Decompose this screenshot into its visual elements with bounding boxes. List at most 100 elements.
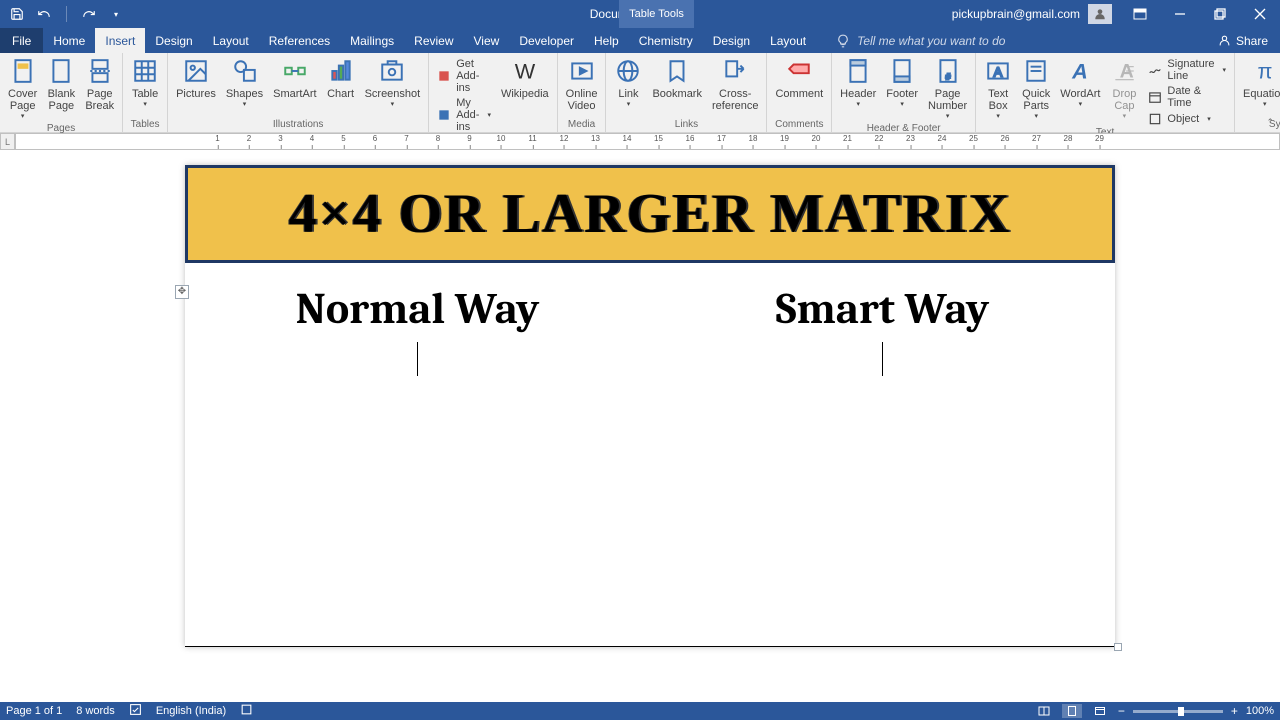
tab-table-design[interactable]: Design: [703, 28, 760, 53]
ribbon-insert: CoverPage▾ BlankPage PageBreak Pages Tab…: [0, 53, 1280, 133]
tab-developer[interactable]: Developer: [509, 28, 584, 53]
title-banner[interactable]: 4×4 OR LARGER MATRIX: [185, 165, 1115, 263]
cross-reference-button[interactable]: Cross-reference: [708, 55, 762, 114]
online-video-button[interactable]: OnlineVideo: [562, 55, 602, 114]
column-normal[interactable]: Normal Way: [185, 263, 650, 386]
status-page[interactable]: Page 1 of 1: [6, 705, 62, 717]
link-button[interactable]: Link▾: [610, 55, 646, 111]
zoom-thumb[interactable]: [1178, 707, 1184, 716]
quick-parts-button[interactable]: QuickParts▾: [1018, 55, 1054, 123]
collapse-ribbon-button[interactable]: ⌃: [1266, 117, 1274, 128]
page-break-button[interactable]: PageBreak: [81, 55, 118, 114]
my-addins-button[interactable]: My Add-ins▾: [433, 96, 495, 134]
tab-mailings[interactable]: Mailings: [340, 28, 404, 53]
blank-page-button[interactable]: BlankPage: [43, 55, 79, 114]
text-box-button[interactable]: ATextBox▾: [980, 55, 1016, 123]
ruler-tick: 11: [528, 134, 536, 149]
table-button[interactable]: Table▾: [127, 55, 163, 111]
maximize-button[interactable]: [1200, 0, 1240, 28]
column-smart[interactable]: Smart Way: [650, 263, 1115, 386]
svg-text:A: A: [994, 64, 1003, 79]
close-button[interactable]: [1240, 0, 1280, 28]
ruler-tick: 27: [1032, 134, 1041, 149]
cover-page-button[interactable]: CoverPage▾: [4, 55, 41, 123]
share-button[interactable]: Share: [1218, 28, 1268, 53]
tab-help[interactable]: Help: [584, 28, 629, 53]
status-bar: Page 1 of 1 8 words English (India) − + …: [0, 702, 1280, 720]
ruler-tick: 7: [404, 134, 408, 149]
ribbon-display-options[interactable]: [1120, 0, 1160, 28]
group-links-label: Links: [606, 119, 766, 132]
header-button[interactable]: Header▾: [836, 55, 880, 111]
tab-view[interactable]: View: [464, 28, 510, 53]
tab-home[interactable]: Home: [43, 28, 95, 53]
tab-file[interactable]: File: [0, 28, 43, 53]
wordart-button[interactable]: AWordArt▾: [1056, 55, 1104, 111]
redo-button[interactable]: [82, 7, 96, 21]
signature-line-button[interactable]: Signature Line▾: [1144, 57, 1230, 83]
screenshot-button[interactable]: Screenshot▾: [361, 55, 425, 111]
ruler-corner[interactable]: L: [0, 133, 15, 150]
tab-insert[interactable]: Insert: [95, 28, 145, 53]
content-table-row: Normal Way Smart Way: [185, 263, 1115, 386]
smartart-button[interactable]: SmartArt: [269, 55, 320, 102]
chart-button[interactable]: Chart: [323, 55, 359, 102]
save-button[interactable]: [10, 7, 24, 21]
ruler-tick: 10: [497, 134, 506, 149]
tab-references[interactable]: References: [259, 28, 340, 53]
date-time-button[interactable]: Date & Time: [1144, 84, 1230, 110]
table-resize-handle[interactable]: [1114, 643, 1122, 651]
view-print-layout[interactable]: [1062, 704, 1082, 718]
minimize-button[interactable]: [1160, 0, 1200, 28]
zoom-slider[interactable]: [1133, 710, 1223, 713]
tell-me-label: Tell me what you want to do: [857, 34, 1005, 48]
ruler-tick: 18: [749, 134, 758, 149]
title-bar: ▾ Document1 - Word Table Tools pickupbra…: [0, 0, 1280, 28]
zoom-in-button[interactable]: +: [1231, 704, 1238, 718]
status-language[interactable]: English (India): [156, 705, 226, 717]
drop-cap-button[interactable]: ADropCap▾: [1106, 55, 1142, 123]
group-comments-label: Comments: [767, 119, 831, 132]
horizontal-ruler[interactable]: 1234567891011121314151617181920212223242…: [15, 133, 1280, 150]
ruler-tick: 25: [969, 134, 978, 149]
zoom-out-button[interactable]: −: [1118, 704, 1125, 718]
tab-chemistry[interactable]: Chemistry: [629, 28, 703, 53]
page-number-button[interactable]: #PageNumber▾: [924, 55, 971, 123]
tab-table-layout[interactable]: Layout: [760, 28, 816, 53]
shapes-button[interactable]: Shapes▾: [222, 55, 267, 111]
page[interactable]: 4×4 OR LARGER MATRIX ✥ Normal Way Smart …: [185, 165, 1115, 647]
pictures-button[interactable]: Pictures: [172, 55, 220, 102]
text-cursor-2: [882, 342, 883, 376]
wikipedia-button[interactable]: WWikipedia: [497, 55, 553, 102]
qat-customize[interactable]: ▾: [109, 7, 123, 21]
equation-button[interactable]: πEquation▾: [1239, 55, 1280, 111]
tab-design[interactable]: Design: [145, 28, 202, 53]
ruler-tick: 23: [906, 134, 915, 149]
account-email[interactable]: pickupbrain@gmail.com: [952, 7, 1080, 21]
svg-text:A: A: [1072, 59, 1089, 84]
tab-review[interactable]: Review: [404, 28, 463, 53]
object-button[interactable]: Object▾: [1144, 111, 1230, 127]
account-avatar[interactable]: [1088, 4, 1112, 24]
table-move-handle[interactable]: ✥: [175, 285, 189, 299]
bookmark-button[interactable]: Bookmark: [648, 55, 706, 102]
tell-me-search[interactable]: Tell me what you want to do: [836, 28, 1005, 53]
undo-button[interactable]: [37, 7, 51, 21]
ruler-tick: 17: [717, 134, 726, 149]
status-macro-icon[interactable]: [240, 703, 253, 719]
footer-button[interactable]: Footer▾: [882, 55, 922, 111]
ruler-tick: 24: [938, 134, 947, 149]
comment-button[interactable]: Comment: [771, 55, 827, 102]
get-addins-button[interactable]: Get Add-ins: [433, 57, 495, 95]
zoom-value[interactable]: 100%: [1246, 705, 1274, 717]
view-web-layout[interactable]: [1090, 704, 1110, 718]
status-words[interactable]: 8 words: [76, 705, 115, 717]
group-pages: CoverPage▾ BlankPage PageBreak Pages: [0, 53, 123, 132]
group-illustrations-label: Illustrations: [168, 119, 428, 132]
tab-layout[interactable]: Layout: [203, 28, 259, 53]
view-read-mode[interactable]: [1034, 704, 1054, 718]
ruler-tick: 12: [560, 134, 569, 149]
status-proofing-icon[interactable]: [129, 703, 142, 719]
group-tables-label: Tables: [123, 119, 167, 132]
svg-text:W: W: [515, 59, 536, 84]
